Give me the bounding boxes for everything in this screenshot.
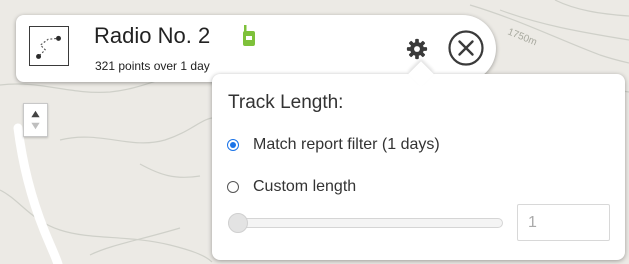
- zoom-arrows-icon[interactable]: [24, 104, 47, 136]
- track-title: Radio No. 2: [94, 23, 211, 48]
- track-length-heading: Track Length:: [228, 92, 344, 113]
- track-summary: 321 points over 1 day: [95, 59, 210, 73]
- custom-length-input[interactable]: [517, 204, 610, 241]
- match-report-filter-label: Match report filter (1 days): [253, 136, 440, 153]
- custom-length-label: Custom length: [253, 178, 357, 195]
- route-path-icon: [29, 26, 69, 66]
- slider-track[interactable]: [228, 218, 503, 228]
- gear-icon[interactable]: [406, 38, 428, 60]
- custom-length-radio[interactable]: [227, 181, 239, 193]
- map-zoom-control[interactable]: [23, 103, 48, 137]
- match-report-filter-option[interactable]: Match report filter (1 days): [227, 136, 440, 154]
- close-circle-icon[interactable]: [447, 29, 485, 67]
- custom-length-slider[interactable]: [228, 213, 503, 233]
- track-length-popup: Track Length: Match report filter (1 day…: [212, 61, 625, 260]
- match-report-filter-radio[interactable]: [227, 139, 239, 151]
- custom-length-option[interactable]: Custom length: [227, 178, 356, 196]
- radio-device-icon: [243, 25, 255, 46]
- slider-thumb[interactable]: [228, 213, 248, 233]
